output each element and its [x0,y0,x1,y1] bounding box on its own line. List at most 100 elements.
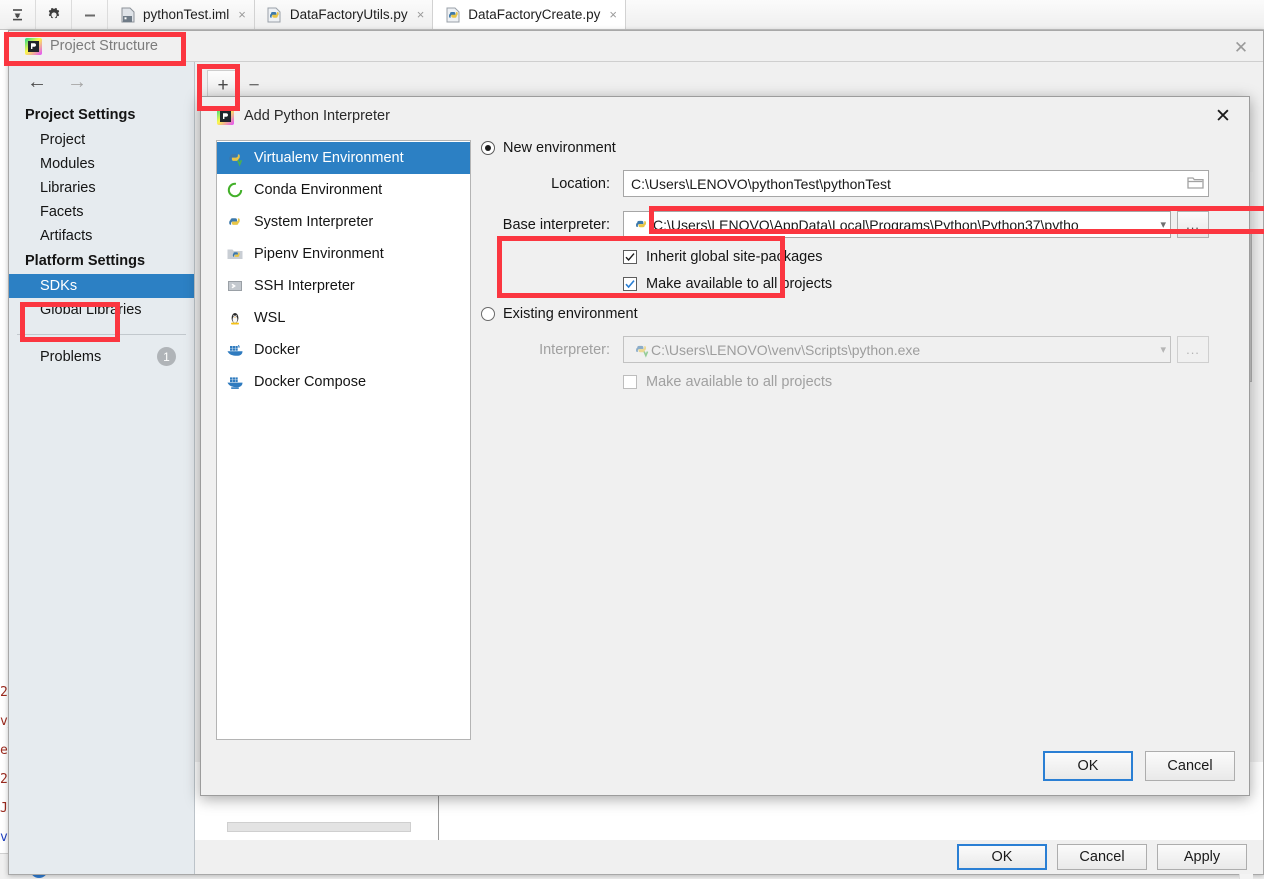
location-input[interactable]: C:\Users\LENOVO\pythonTest\pythonTest [623,170,1209,197]
list-item-label: SSH Interpreter [254,278,355,294]
base-interpreter-label: Base interpreter: [502,216,610,233]
existing-make-available-checkbox[interactable]: Make available to all projects [623,374,1235,390]
conda-icon [225,180,245,200]
add-python-interpreter-dialog: Add Python Interpreter ✕ Virtualenv Envi… [200,96,1250,796]
back-arrow-icon[interactable]: ← [27,72,47,92]
docker-compose-icon [225,372,245,392]
ssh-terminal-icon [225,276,245,296]
linux-penguin-icon [225,308,245,328]
checkbox-icon [623,375,637,389]
base-interpreter-select[interactable]: C:\Users\LENOVO\AppData\Local\Programs\P… [623,211,1171,238]
nav-history-controls: ← → [9,62,194,102]
inherit-global-site-packages-label: Inherit global site-packages [646,249,823,265]
project-structure-footer: OK Cancel Apply [195,840,1263,874]
minimize-icon[interactable] [72,0,108,29]
list-item-label: Pipenv Environment [254,246,384,262]
project-structure-nav: ← → Project Settings Project Modules Lib… [9,62,195,874]
sdk-packages-hscrollbar[interactable] [227,822,411,832]
dialog-footer: OK Cancel [1043,751,1235,781]
new-environment-radio[interactable]: New environment [481,140,1235,156]
python-file-icon [265,5,285,25]
problems-label: Problems [40,348,102,365]
list-item-label: Docker Compose [254,374,367,390]
ok-button[interactable]: OK [1043,751,1133,781]
ide-tab-bar: pythonTest.iml × DataFactoryUtils.py × D… [0,0,1264,30]
python-file-icon [443,5,463,25]
editor-tab-label: DataFactoryCreate.py [468,7,601,22]
close-icon[interactable]: × [238,7,246,22]
existing-environment-label: Existing environment [503,306,638,322]
list-item-wsl[interactable]: WSL [217,302,470,334]
project-structure-titlebar: Project Structure [9,31,1263,61]
radio-icon [481,307,495,321]
list-item-label: Conda Environment [254,182,383,198]
screen: 2v_e2Jov [0,0,1264,879]
radio-icon [481,141,495,155]
list-item-system-interpreter[interactable]: System Interpreter [217,206,470,238]
project-structure-title: Project Structure [50,38,158,54]
apply-button[interactable]: Apply [1157,844,1247,870]
list-item-label: System Interpreter [254,214,374,230]
virtualenv-icon [225,148,245,168]
sidebar-item-problems[interactable]: Problems 1 [9,335,194,366]
list-item-docker-compose[interactable]: Docker Compose [217,366,470,398]
existing-interpreter-value: C:\Users\LENOVO\venv\Scripts\python.exe [651,341,921,358]
close-icon[interactable]: × [417,7,425,22]
make-available-all-projects-checkbox[interactable]: Make available to all projects [623,276,1235,292]
iml-file-icon [118,5,138,25]
sidebar-item-sdks[interactable]: SDKs [9,274,194,298]
list-item-ssh-interpreter[interactable]: SSH Interpreter [217,270,470,302]
sidebar-item-modules[interactable]: Modules [9,152,194,176]
close-icon[interactable]: × [609,7,617,22]
sidebar-item-facets[interactable]: Facets [9,200,194,224]
list-item-pipenv[interactable]: Pipenv Environment [217,238,470,270]
docker-icon [225,340,245,360]
editor-tab-2[interactable]: DataFactoryCreate.py × [433,0,626,29]
sidebar-item-libraries[interactable]: Libraries [9,176,194,200]
list-item-label: Virtualenv Environment [254,150,404,166]
ok-button[interactable]: OK [957,844,1047,870]
chevron-down-icon[interactable]: ▾ [1152,343,1166,356]
status-badge: 1 [157,347,176,366]
close-icon[interactable]: ✕ [1227,36,1255,58]
existing-environment-radio[interactable]: Existing environment [481,306,1235,322]
editor-tab-0[interactable]: pythonTest.iml × [108,0,255,29]
interpreter-type-list: Virtualenv Environment Conda Environment [216,140,471,740]
list-item-label: WSL [254,310,286,326]
sidebar-item-artifacts[interactable]: Artifacts [9,224,194,248]
base-interpreter-value: C:\Users\LENOVO\AppData\Local\Programs\P… [653,216,1079,233]
virtualenv-icon [631,340,651,360]
gear-icon[interactable] [36,0,72,29]
folder-icon[interactable] [1181,175,1204,193]
existing-interpreter-browse-button[interactable]: ... [1177,336,1209,363]
nav-group-platform-settings: Platform Settings [25,253,146,269]
base-interpreter-row: Base interpreter: C:\Users\LENOVO\AppDat… [481,211,1235,238]
list-item-docker[interactable]: Docker [217,334,470,366]
existing-interpreter-select[interactable]: C:\Users\LENOVO\venv\Scripts\python.exe … [623,336,1171,363]
sidebar-item-project[interactable]: Project [9,128,194,152]
existing-make-available-label: Make available to all projects [646,374,833,390]
checkbox-icon [623,277,637,291]
new-environment-label: New environment [503,140,616,156]
sidebar-item-global-libraries[interactable]: Global Libraries [9,298,194,322]
cancel-button[interactable]: Cancel [1057,844,1147,870]
python-icon [631,215,651,235]
collapse-all-icon[interactable] [0,0,36,29]
inherit-global-site-packages-checkbox[interactable]: Inherit global site-packages [623,249,1235,265]
base-interpreter-browse-button[interactable]: ... [1177,211,1209,238]
location-row: Location: C:\Users\LENOVO\pythonTest\pyt… [481,170,1235,197]
editor-tab-1[interactable]: DataFactoryUtils.py × [255,0,434,29]
checkbox-icon [623,250,637,264]
list-item-virtualenv[interactable]: Virtualenv Environment [217,142,470,174]
forward-arrow-icon[interactable]: → [67,72,87,92]
chevron-down-icon[interactable]: ▾ [1152,218,1166,231]
dialog-title: Add Python Interpreter [244,108,390,124]
editor-tab-label: pythonTest.iml [143,7,230,22]
location-value: C:\Users\LENOVO\pythonTest\pythonTest [631,175,891,192]
cancel-button[interactable]: Cancel [1145,751,1235,781]
location-label: Location: [551,175,610,192]
nav-group-project-settings: Project Settings [25,107,136,123]
python-icon [225,212,245,232]
list-item-conda[interactable]: Conda Environment [217,174,470,206]
close-icon[interactable]: ✕ [1211,104,1235,128]
